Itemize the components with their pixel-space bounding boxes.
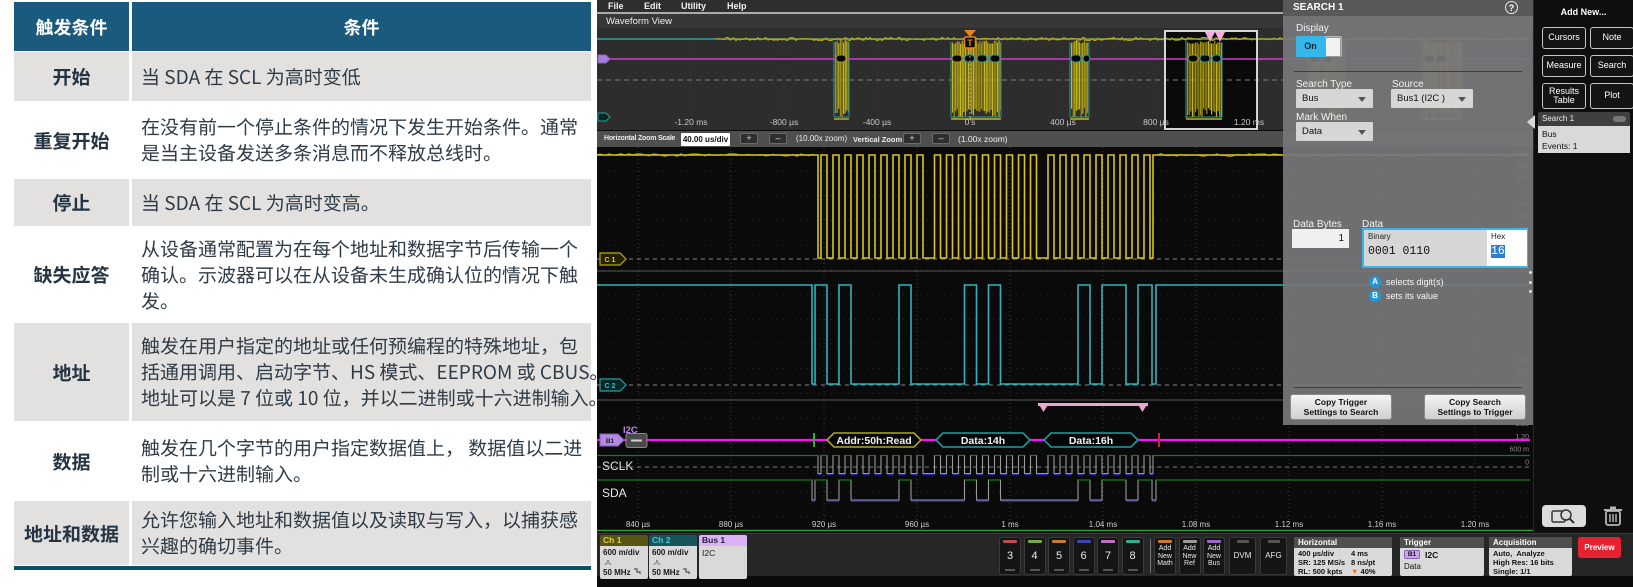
svg-text:920 µs: 920 µs	[812, 520, 836, 529]
svg-text:0’s: 0’s	[965, 117, 976, 127]
svg-text:1.20 ms: 1.20 ms	[1234, 117, 1264, 127]
svg-text:C 2: C 2	[605, 383, 616, 390]
svg-text:0: 0	[1525, 459, 1529, 466]
svg-text:400 µs: 400 µs	[1050, 117, 1076, 127]
svg-text:Data:16h: Data:16h	[1069, 435, 1113, 447]
svg-text:800 µs: 800 µs	[1143, 117, 1169, 127]
svg-text:SDA: SDA	[602, 486, 627, 500]
svg-text:C 1: C 1	[605, 257, 616, 264]
svg-text:-800 µs: -800 µs	[770, 117, 799, 127]
svg-text:1.08 ms: 1.08 ms	[1182, 520, 1210, 529]
svg-text:T: T	[967, 38, 973, 48]
svg-text:-400 µs: -400 µs	[863, 117, 892, 127]
svg-text:840 µs: 840 µs	[626, 520, 650, 529]
svg-text:880 µs: 880 µs	[719, 520, 743, 529]
svg-text:-1.20 ms: -1.20 ms	[674, 117, 707, 127]
svg-text:1.20 ms: 1.20 ms	[1461, 520, 1489, 529]
svg-text:Data:14h: Data:14h	[961, 435, 1005, 447]
svg-text:600 m: 600 m	[1510, 447, 1530, 454]
svg-text:960 µs: 960 µs	[905, 520, 929, 529]
svg-text:1.16 ms: 1.16 ms	[1368, 520, 1396, 529]
svg-text:1.12 ms: 1.12 ms	[1275, 520, 1303, 529]
svg-text:1 ms: 1 ms	[1001, 520, 1018, 529]
svg-text:B1: B1	[606, 438, 615, 445]
svg-text:1.04 ms: 1.04 ms	[1089, 520, 1117, 529]
svg-text:SCLK: SCLK	[602, 459, 633, 473]
svg-text:Addr:50h:Read: Addr:50h:Read	[836, 435, 911, 447]
